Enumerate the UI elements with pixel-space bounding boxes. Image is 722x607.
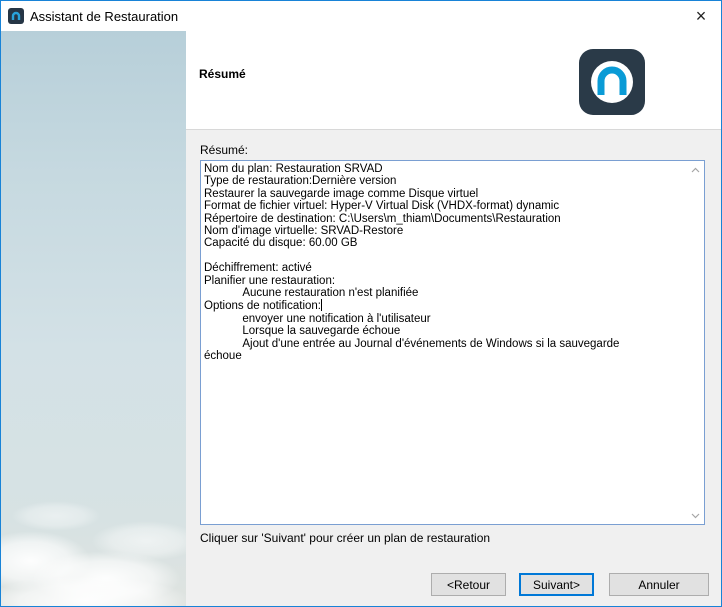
- summary-label: Résumé:: [200, 143, 249, 157]
- summary-line: Ajout d'une entrée au Journal d'événemen…: [204, 337, 620, 350]
- app-icon: [8, 8, 24, 24]
- summary-line: Planifier une restauration:: [204, 274, 336, 287]
- summary-line: Déchiffrement: activé: [204, 262, 312, 275]
- summary-line: Aucune restauration n'est planifiée: [204, 287, 419, 300]
- close-button[interactable]: ×: [681, 1, 721, 31]
- summary-line: Restaurer la sauvegarde image comme Disq…: [204, 187, 479, 200]
- summary-line: Options de notification:: [204, 299, 322, 313]
- close-icon: ×: [695, 5, 707, 26]
- summary-line: envoyer une notification à l'utilisateur: [204, 312, 431, 325]
- title-bar: Assistant de Restauration ×: [1, 1, 721, 31]
- cancel-button[interactable]: Annuler: [609, 573, 709, 596]
- summary-line: échoue: [204, 350, 242, 363]
- sidebar-sky-image: [1, 31, 186, 606]
- summary-line: Capacité du disque: 60.00 GB: [204, 237, 358, 250]
- footer-hint: Cliquer sur 'Suivant' pour créer un plan…: [200, 531, 491, 545]
- summary-line: Lorsque la sauvegarde échoue: [204, 325, 401, 338]
- summary-line: Répertoire de destination: C:\Users\m_th…: [204, 212, 561, 225]
- text-cursor: [321, 299, 322, 312]
- scroll-up-icon[interactable]: [687, 161, 704, 178]
- wizard-header: Résumé: [186, 31, 721, 130]
- summary-line: Nom d'image virtuelle: SRVAD-Restore: [204, 225, 404, 238]
- page-title: Résumé: [199, 67, 246, 81]
- summary-line: Type de restauration:Dernière version: [204, 175, 397, 188]
- next-button[interactable]: Suivant>: [519, 573, 594, 596]
- logo-icon: [591, 61, 633, 103]
- summary-content: Nom du plan: Restauration SRVAD Type de r…: [204, 163, 684, 363]
- summary-line: Nom du plan: Restauration SRVAD: [204, 163, 383, 175]
- scroll-down-icon[interactable]: [687, 507, 704, 524]
- window-title: Assistant de Restauration: [30, 8, 179, 24]
- vertical-scrollbar[interactable]: [687, 161, 704, 524]
- product-logo: [579, 49, 645, 115]
- summary-line: [204, 250, 684, 262]
- back-button[interactable]: <Retour: [431, 573, 506, 596]
- summary-line: Format de fichier virtuel: Hyper-V Virtu…: [204, 200, 560, 213]
- restore-wizard-window: Assistant de Restauration × Résumé Résum…: [0, 0, 722, 607]
- summary-textarea[interactable]: Nom du plan: Restauration SRVAD Type de r…: [200, 160, 705, 525]
